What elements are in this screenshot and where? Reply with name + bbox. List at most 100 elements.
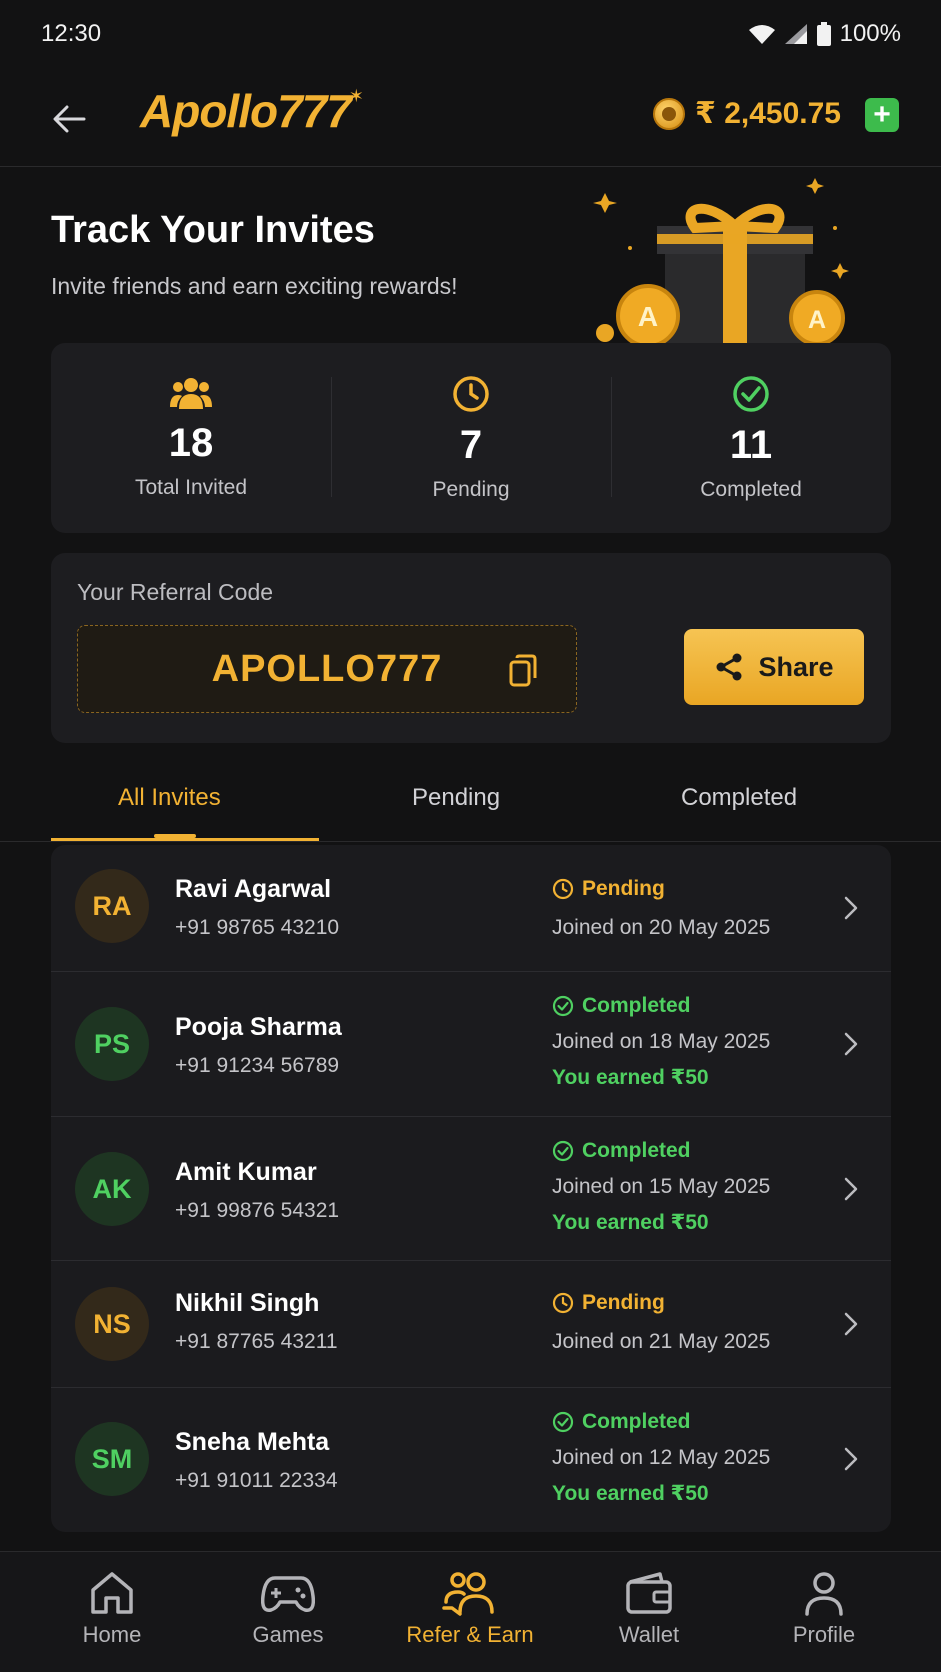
nav-label: Refer & Earn: [406, 1622, 534, 1647]
stat-completed: 11 Completed: [611, 343, 891, 533]
invite-row-amit[interactable]: AK Amit Kumar +91 99876 54321 Completed …: [51, 1117, 891, 1261]
referral-code-label: Your Referral Code: [77, 579, 274, 605]
referral-code: APOLLO777: [211, 647, 443, 690]
nav-refer-earn[interactable]: Refer & Earn: [395, 1570, 545, 1648]
app-header: Apollo777 ✶ ₹ 2,450.75 +: [0, 70, 941, 167]
joined-date: Joined on 20 May 2025: [552, 916, 771, 939]
share-label: Share: [758, 651, 834, 682]
status-text: Pending: [582, 877, 665, 900]
status-pending: Pending: [552, 877, 665, 901]
earned-amount: You earned ₹50: [552, 1482, 709, 1505]
coin-icon: [653, 97, 685, 130]
home-icon: [91, 1572, 133, 1614]
stat-total-invited: 18 Total Invited: [51, 343, 331, 533]
wifi-icon: [748, 25, 775, 44]
status-completed: Completed: [552, 1410, 691, 1434]
page-subtitle: Invite friends and earn exciting rewards…: [51, 273, 458, 299]
invite-phone: +91 99876 54321: [175, 1199, 340, 1222]
pending-value: 7: [459, 423, 483, 467]
completed-value: 11: [729, 423, 773, 467]
battery-percent: 100%: [839, 20, 901, 47]
status-completed: Completed: [552, 994, 691, 1018]
nav-profile[interactable]: Profile: [749, 1570, 899, 1648]
nav-wallet[interactable]: Wallet: [574, 1570, 724, 1648]
nav-label: Games: [252, 1622, 324, 1647]
clock-icon: [453, 376, 489, 412]
referral-code-card: Your Referral Code APOLLO777 Share: [51, 553, 891, 743]
nav-label: Profile: [792, 1622, 856, 1647]
nav-label: Home: [82, 1622, 142, 1647]
invite-stats-card: 18 Total Invited 7 Pending 11 Completed: [51, 343, 891, 533]
active-tab-pill: [154, 834, 196, 838]
tab-pending[interactable]: Pending: [412, 784, 500, 812]
add-money-button[interactable]: +: [865, 98, 899, 132]
chevron-right-icon: [841, 1309, 861, 1339]
status-text: Completed: [582, 1410, 691, 1433]
invite-row-nikhil[interactable]: NS Nikhil Singh +91 87765 43211 Pending …: [51, 1261, 891, 1388]
tab-all-invites[interactable]: All Invites: [118, 784, 221, 812]
invite-tabs: All Invites Pending Completed: [0, 770, 941, 842]
copy-icon[interactable]: [508, 654, 538, 688]
invite-name: Nikhil Singh: [175, 1289, 320, 1317]
earned-amount: You earned ₹50: [552, 1211, 709, 1234]
wallet-icon: [626, 1572, 672, 1614]
chevron-right-icon: [841, 1444, 861, 1474]
invite-name: Sneha Mehta: [175, 1428, 330, 1456]
avatar: NS: [75, 1287, 149, 1361]
status-text: Completed: [582, 1139, 691, 1162]
stat-pending: 7 Pending: [331, 343, 611, 533]
active-tab-indicator: [51, 838, 319, 841]
tab-completed[interactable]: Completed: [681, 784, 797, 812]
bottom-navigation: Home Games Refer & Earn Wallet Profile: [0, 1551, 941, 1672]
referral-code-box[interactable]: APOLLO777: [77, 625, 577, 713]
balance-amount: ₹ 2,450.75: [695, 97, 841, 130]
chevron-right-icon: [841, 1029, 861, 1059]
earned-amount: You earned ₹50: [552, 1066, 709, 1089]
logo-text: Apollo777: [140, 85, 352, 137]
avatar: SM: [75, 1422, 149, 1496]
status-completed: Completed: [552, 1139, 691, 1163]
check-circle-icon: [552, 1411, 574, 1433]
sparkle-icon: ✶: [348, 86, 364, 106]
profile-icon: [805, 1572, 843, 1616]
status-icons: 100%: [748, 20, 901, 48]
clock-icon: [552, 1292, 574, 1314]
back-button[interactable]: [44, 94, 94, 144]
chevron-right-icon: [841, 1174, 861, 1204]
chevron-right-icon: [841, 893, 861, 923]
status-bar: 12:30 100%: [0, 0, 941, 70]
gamepad-icon: [261, 1576, 315, 1612]
clock-icon: [552, 878, 574, 900]
nav-label: Wallet: [618, 1622, 680, 1647]
invite-row-pooja[interactable]: PS Pooja Sharma +91 91234 56789 Complete…: [51, 972, 891, 1117]
status-text: Completed: [582, 994, 691, 1017]
total-invited-value: 18: [168, 421, 214, 465]
svg-text:A: A: [638, 301, 658, 332]
gift-illustration-icon: A A: [593, 178, 849, 348]
nav-home[interactable]: Home: [37, 1570, 187, 1648]
page-title: Track Your Invites: [51, 209, 375, 251]
pending-label: Pending: [432, 478, 510, 501]
invite-list: RA Ravi Agarwal +91 98765 43210 Pending …: [51, 845, 891, 1532]
avatar: AK: [75, 1152, 149, 1226]
invite-name: Amit Kumar: [175, 1158, 317, 1186]
signal-icon: [784, 24, 807, 44]
completed-label: Completed: [700, 478, 802, 501]
invite-phone: +91 91234 56789: [175, 1054, 340, 1077]
share-button[interactable]: Share: [684, 629, 864, 705]
joined-date: Joined on 12 May 2025: [552, 1446, 771, 1469]
app-logo: Apollo777 ✶: [140, 84, 364, 138]
invite-phone: +91 98765 43210: [175, 916, 340, 939]
status-pending: Pending: [552, 1291, 665, 1315]
wallet-balance: ₹ 2,450.75: [653, 96, 841, 131]
invite-row-ravi[interactable]: RA Ravi Agarwal +91 98765 43210 Pending …: [51, 845, 891, 972]
nav-games[interactable]: Games: [213, 1570, 363, 1648]
joined-date: Joined on 15 May 2025: [552, 1175, 771, 1198]
status-time: 12:30: [41, 20, 102, 47]
refer-icon: [442, 1572, 494, 1616]
share-icon: [716, 653, 742, 681]
invite-name: Ravi Agarwal: [175, 875, 332, 903]
invite-row-sneha[interactable]: SM Sneha Mehta +91 91011 22334 Completed…: [51, 1388, 891, 1532]
users-icon: [170, 378, 212, 409]
check-circle-icon: [552, 995, 574, 1017]
